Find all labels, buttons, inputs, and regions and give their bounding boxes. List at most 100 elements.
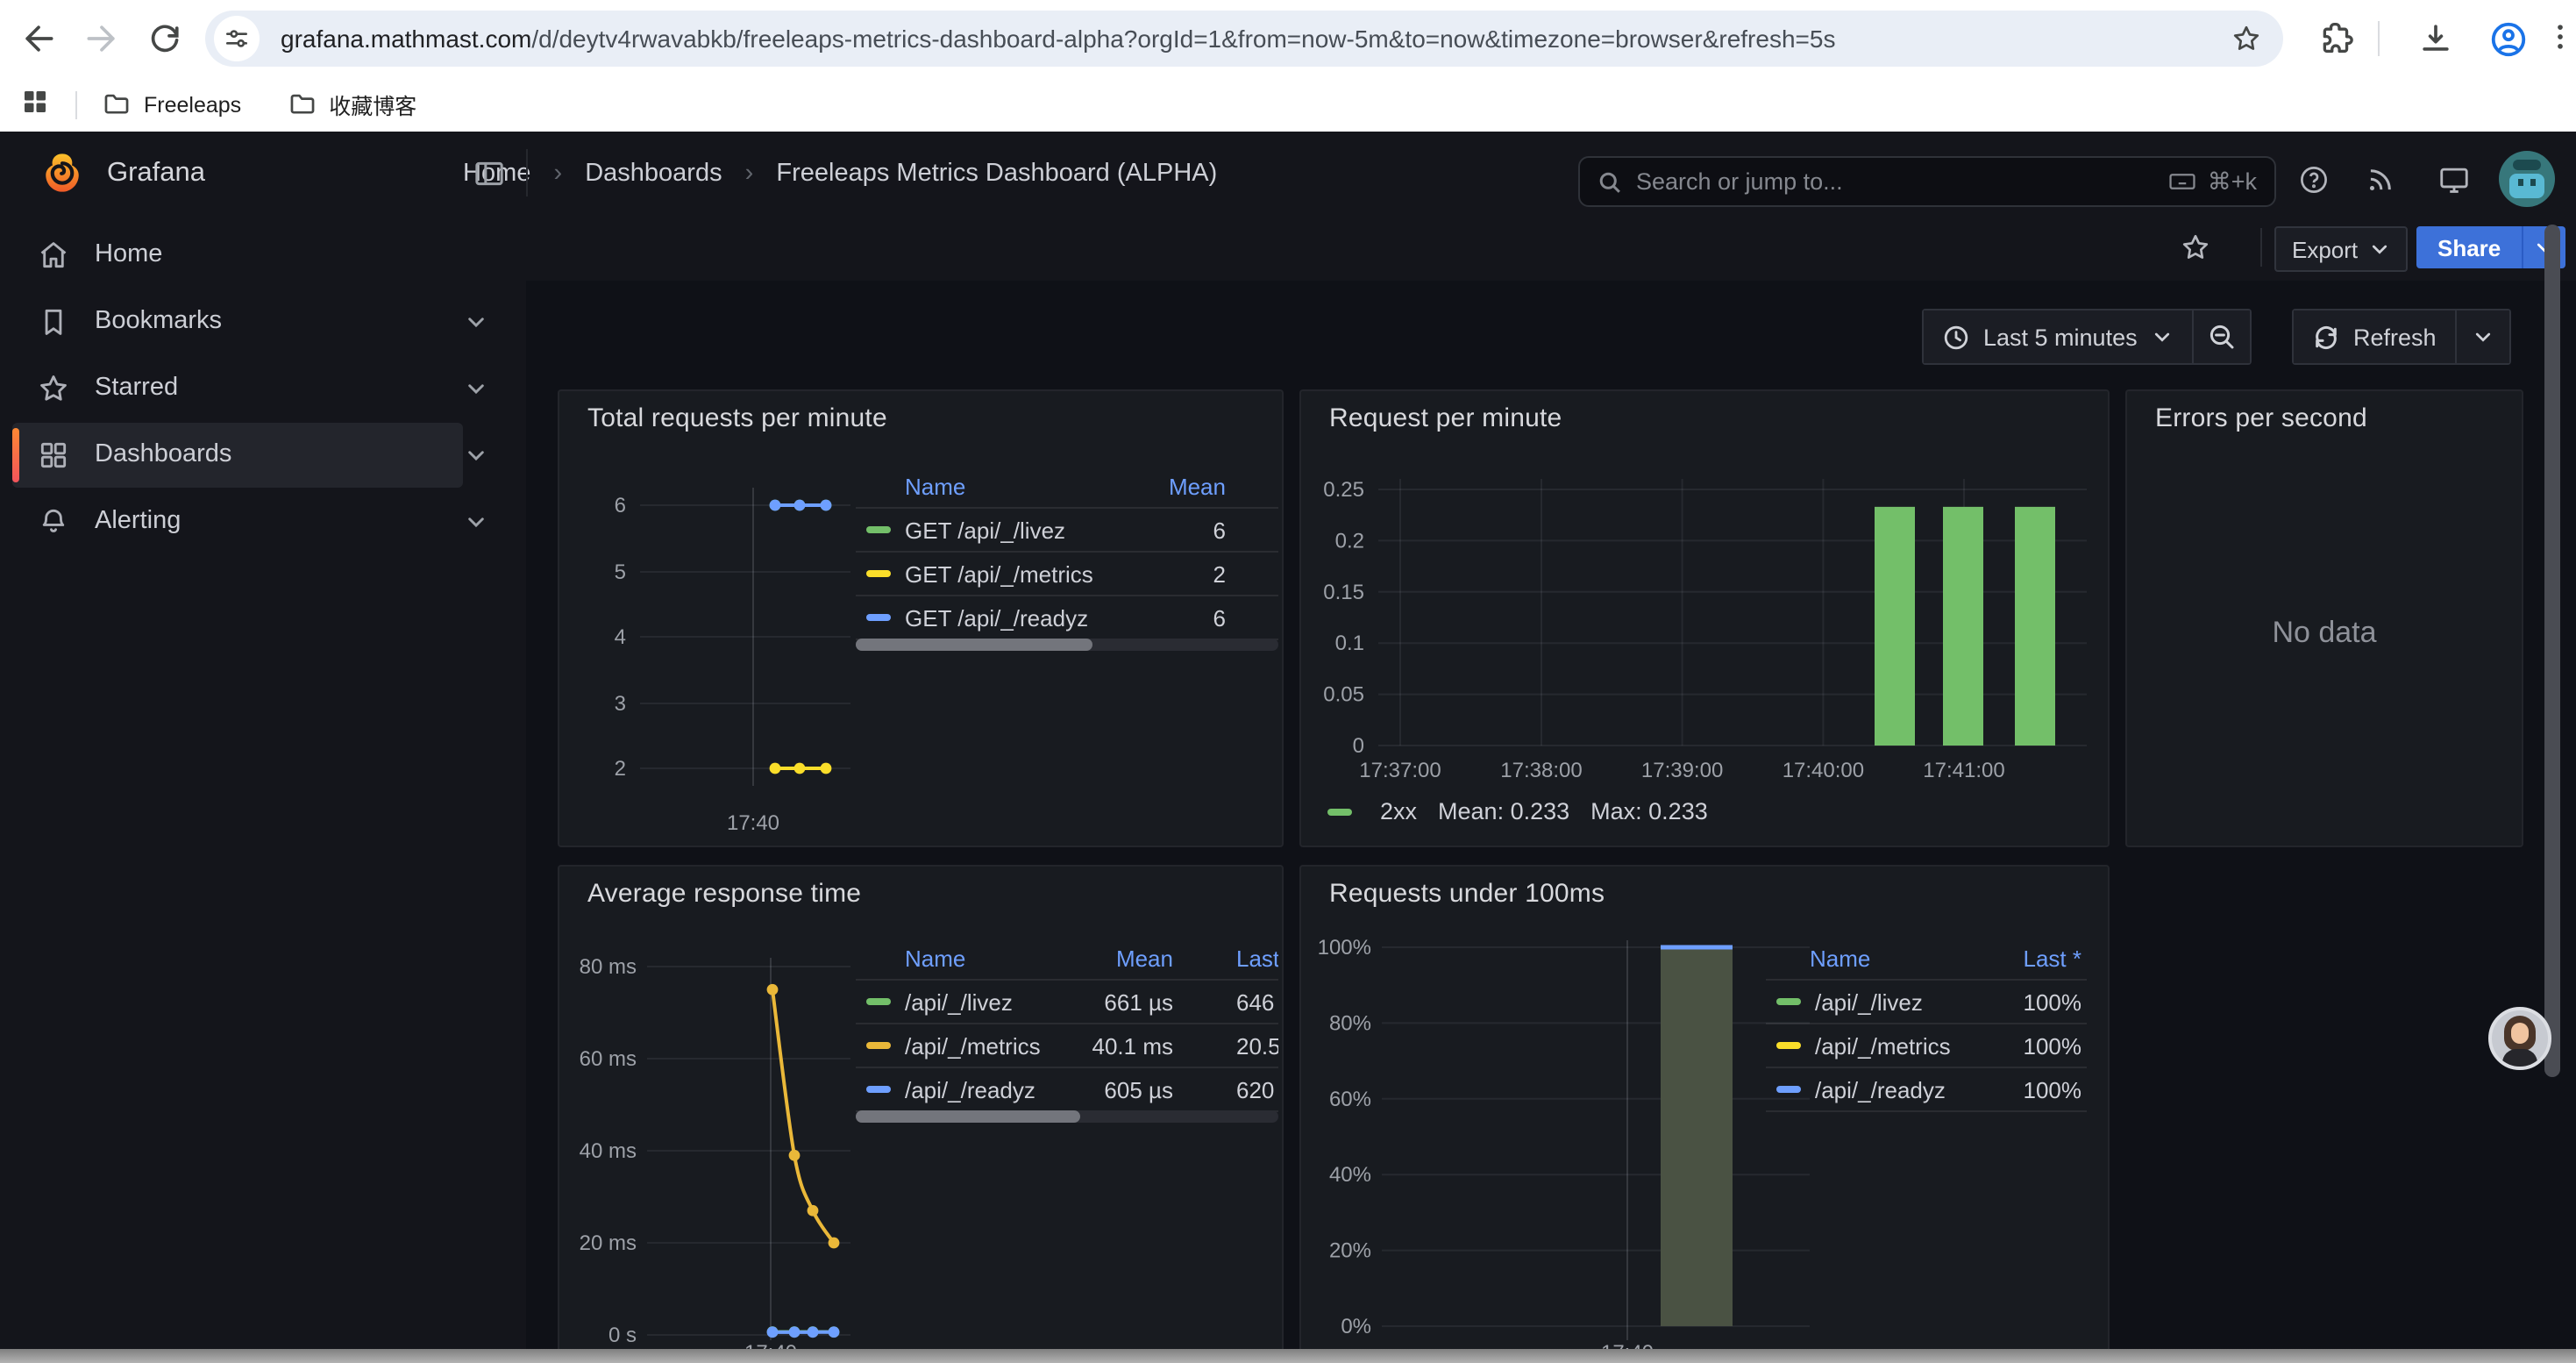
panel-total-requests-per-minute[interactable]: Total requests per minute 6543217:40 Nam…: [558, 389, 1284, 847]
sidebar-item-home[interactable]: Home: [12, 222, 463, 287]
sidebar-item-dashboards[interactable]: Dashboards: [12, 422, 463, 487]
legend-item-2xx[interactable]: 2xx: [1327, 798, 1417, 824]
svg-text:40%: 40%: [1329, 1163, 1371, 1187]
panel-errors-per-second[interactable]: Errors per second No data: [2125, 389, 2523, 847]
folder-icon: [102, 89, 132, 119]
grafana-sidebar: Home Bookmarks Starred Dashboards Alerti…: [0, 214, 528, 1363]
chevron-down-icon: [2152, 326, 2173, 347]
time-controls-group: Last 5 minutes: [1922, 309, 2252, 365]
refresh-button[interactable]: Refresh: [2292, 309, 2458, 365]
legend-col-name[interactable]: Name: [905, 945, 1068, 971]
news-button[interactable]: [2364, 163, 2397, 196]
breadcrumb-current: Freeleaps Metrics Dashboard (ALPHA): [776, 159, 1217, 187]
extensions-button[interactable]: [2318, 19, 2357, 58]
svg-text:17:37:00: 17:37:00: [1359, 759, 1441, 782]
legend-header: Name Mean Last *: [856, 937, 1278, 981]
floating-assistant-avatar[interactable]: [2488, 1007, 2551, 1070]
legend-col-name[interactable]: Name: [905, 473, 1121, 499]
legend-row[interactable]: GET /api/_/metrics 2: [856, 553, 1278, 596]
clock-icon: [1943, 324, 1969, 350]
browser-menu-button[interactable]: [2543, 19, 2576, 58]
share-button[interactable]: Share: [2416, 226, 2565, 268]
page-scrollbar[interactable]: [2544, 225, 2560, 1077]
legend-row[interactable]: GET /api/_/readyz 6: [856, 596, 1278, 640]
bookmark-star-icon[interactable]: [2231, 23, 2262, 54]
browser-reload-button[interactable]: [146, 19, 184, 58]
legend-col-last[interactable]: Last *: [1959, 945, 2081, 971]
apps-grid-button[interactable]: [19, 85, 58, 124]
url-text: grafana.mathmast.com/d/deytv4rwavabkb/fr…: [281, 25, 2231, 53]
export-button[interactable]: Export: [2274, 226, 2407, 272]
dashboard-actions-bar: Export Share: [526, 214, 2576, 282]
dock-menu-toggle[interactable]: [472, 155, 507, 190]
sidebar-item-alerting[interactable]: Alerting: [12, 489, 463, 553]
series-swatch: [866, 570, 891, 577]
browser-back-button[interactable]: [19, 19, 58, 58]
sidebar-item-bookmarks[interactable]: Bookmarks: [12, 289, 463, 353]
legend-row[interactable]: /api/_/metrics 100%: [1766, 1024, 2087, 1068]
legend-row[interactable]: GET /api/_/livez 6: [856, 509, 1278, 553]
legend-row[interactable]: /api/_/readyz 605 µs 620 µs: [856, 1068, 1278, 1112]
browser-toolbar: grafana.mathmast.com/d/deytv4rwavabkb/fr…: [0, 0, 2576, 77]
svg-text:0.05: 0.05: [1323, 683, 1364, 707]
series-swatch: [866, 1086, 891, 1093]
bar-chart[interactable]: 0.250.20.150.10.05017:37:0017:38:0017:39…: [1301, 391, 2110, 847]
legend-header: Name Mean: [856, 465, 1278, 509]
series-swatch: [1776, 998, 1801, 1005]
breadcrumb-dashboards[interactable]: Dashboards: [585, 159, 722, 187]
chevron-down-icon[interactable]: [465, 376, 487, 399]
legend-row[interactable]: /api/_/livez 100%: [1766, 981, 2087, 1024]
svg-text:0: 0: [1353, 734, 1364, 758]
browser-forward-button[interactable]: [82, 19, 121, 58]
chevron-down-icon[interactable]: [465, 510, 487, 532]
favorite-dashboard-button[interactable]: [2180, 232, 2211, 263]
panel-request-per-minute[interactable]: Request per minute 0.250.20.150.10.05017…: [1299, 389, 2110, 847]
search-input[interactable]: Search or jump to... ⌘+k: [1578, 156, 2276, 207]
sidebar-item-starred[interactable]: Starred: [12, 355, 463, 420]
panel-requests-under-100ms[interactable]: Requests under 100ms 100%80%60%40%20%0%1…: [1299, 865, 2110, 1363]
grafana-logo[interactable]: [40, 151, 84, 195]
legend-row[interactable]: /api/_/readyz 100%: [1766, 1068, 2087, 1112]
svg-text:20 ms: 20 ms: [580, 1231, 637, 1255]
svg-text:17:41:00: 17:41:00: [1923, 759, 2004, 782]
search-shortcut: ⌘+k: [2208, 168, 2257, 196]
chevron-down-icon[interactable]: [465, 443, 487, 466]
url-bar[interactable]: grafana.mathmast.com/d/deytv4rwavabkb/fr…: [205, 11, 2283, 67]
legend-scrollbar[interactable]: [856, 639, 1278, 651]
legend-row[interactable]: /api/_/metrics 40.1 ms 20.5 ms: [856, 1024, 1278, 1068]
legend-max: Max: 0.233: [1590, 798, 1708, 824]
search-placeholder: Search or jump to...: [1636, 168, 2167, 195]
svg-text:2: 2: [615, 757, 626, 781]
legend-col-last[interactable]: Last *: [1236, 945, 1278, 971]
site-settings-icon[interactable]: [214, 16, 260, 61]
grafana-brand[interactable]: Grafana: [107, 157, 205, 189]
legend-col-mean[interactable]: Mean: [1121, 473, 1226, 499]
bookmark-folder-freeleaps[interactable]: Freeleaps: [102, 89, 241, 119]
legend-col-name[interactable]: Name: [1810, 945, 1959, 971]
bell-icon: [37, 504, 70, 538]
back-arrow-icon: [19, 19, 58, 58]
svg-text:80%: 80%: [1329, 1011, 1371, 1035]
svg-text:40 ms: 40 ms: [580, 1139, 637, 1163]
time-range-picker[interactable]: Last 5 minutes: [1922, 309, 2194, 365]
legend-scrollbar[interactable]: [856, 1110, 1278, 1123]
profile-button[interactable]: [2488, 19, 2527, 58]
panel-average-response-time[interactable]: Average response time 80 ms60 ms40 ms20 …: [558, 865, 1284, 1363]
chevron-down-icon[interactable]: [465, 310, 487, 332]
screenshot-root: grafana.mathmast.com/d/deytv4rwavabkb/fr…: [0, 0, 2576, 1363]
display-button[interactable]: [2437, 163, 2471, 196]
legend-col-mean[interactable]: Mean: [1068, 945, 1173, 971]
refresh-interval-button[interactable]: [2458, 309, 2512, 365]
series-swatch: [866, 614, 891, 621]
help-button[interactable]: [2297, 163, 2330, 196]
user-avatar[interactable]: [2499, 151, 2555, 207]
legend-header: Name Last *: [1766, 937, 2087, 981]
legend: 2xx Mean: 0.233 Max: 0.233: [1327, 798, 1708, 824]
legend-mean: Mean: 0.233: [1438, 798, 1569, 824]
downloads-button[interactable]: [2416, 19, 2455, 58]
dashboard-canvas: Last 5 minutes Refresh Total requests pe…: [526, 281, 2576, 1363]
svg-text:17:38:00: 17:38:00: [1500, 759, 1582, 782]
legend-row[interactable]: /api/_/livez 661 µs 646 µs: [856, 981, 1278, 1024]
bookmark-folder-blogs[interactable]: 收藏博客: [287, 88, 416, 121]
zoom-out-time-button[interactable]: [2194, 309, 2252, 365]
